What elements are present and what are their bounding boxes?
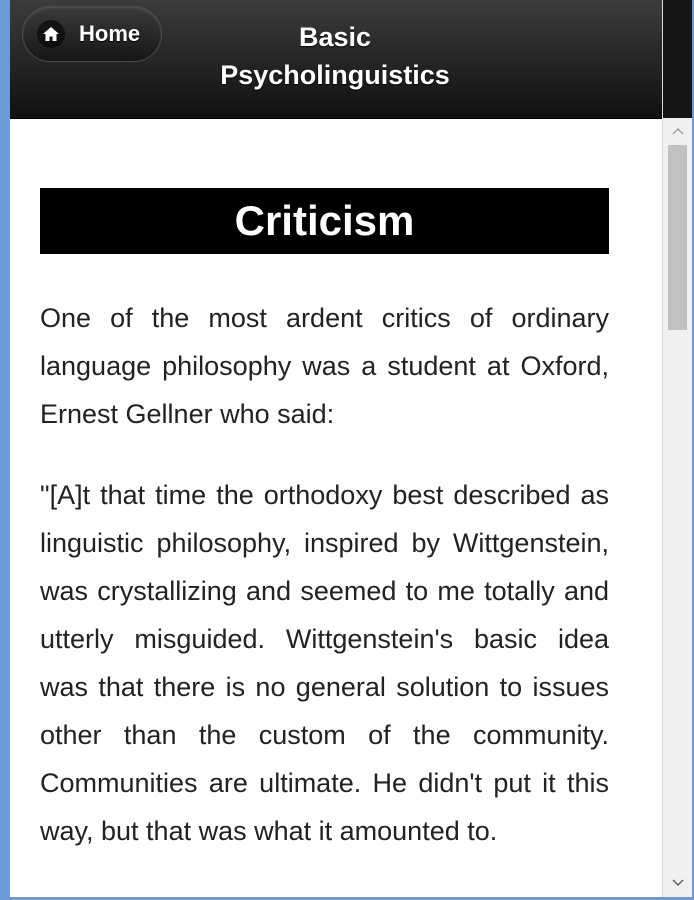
- chevron-down-icon[interactable]: [663, 872, 692, 894]
- header-bar: Home Basic Psycholinguistics: [10, 0, 662, 119]
- scrollbar-header-strip: [663, 0, 692, 118]
- vertical-scrollbar[interactable]: [662, 0, 692, 897]
- section-heading: Criticism: [40, 188, 609, 254]
- chevron-up-icon[interactable]: [663, 120, 692, 142]
- paragraph: One of the most ardent critics of ordina…: [40, 303, 609, 429]
- home-button-label: Home: [79, 21, 141, 46]
- scrollbar-thumb[interactable]: [668, 145, 687, 330]
- app-window: Home Basic Psycholinguistics Criticism O…: [10, 0, 692, 897]
- home-button[interactable]: Home: [22, 6, 162, 62]
- page-title: Basic Psycholinguistics: [220, 22, 450, 90]
- paragraph: "[A]t that time the orthodoxy best descr…: [40, 480, 609, 846]
- home-icon: [37, 20, 65, 48]
- main-content: Criticism One of the most ardent critics…: [10, 119, 662, 897]
